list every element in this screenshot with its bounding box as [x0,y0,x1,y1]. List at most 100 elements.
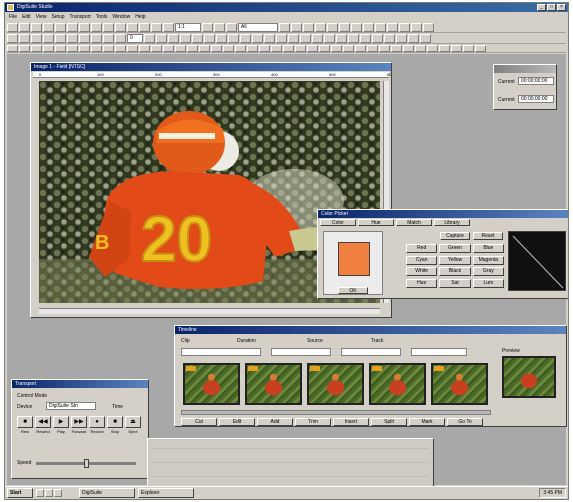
preset-green-button[interactable]: Green [439,244,471,253]
toolbar-icon-button[interactable] [139,44,150,52]
clip-thumbnail[interactable] [307,363,364,405]
toolbar-icon-button[interactable] [214,22,225,32]
toolbar-icon-button[interactable] [360,33,371,43]
menu-tools[interactable]: Tools [96,13,108,21]
toolbar-icon-button[interactable] [127,22,138,32]
maximize-button[interactable]: □ [547,4,556,11]
toolbar-icon-button[interactable] [31,22,42,32]
menu-transport[interactable]: Transport [70,13,91,21]
toolbar-icon-button[interactable] [115,22,126,32]
toolbar-icon-button[interactable] [315,22,326,32]
toolbar-icon-button[interactable] [295,44,306,52]
toolbar-icon-button[interactable] [55,22,66,32]
duration-field[interactable] [271,348,331,356]
toolbar-icon-button[interactable] [175,44,186,52]
transport-stop-button[interactable]: ■ [107,416,123,428]
toolbar-icon-button[interactable] [291,22,302,32]
preset-magenta-button[interactable]: Magenta [472,255,504,265]
menu-help[interactable]: Help [135,13,145,21]
toolbar-icon-button[interactable] [223,44,234,52]
toolbar-icon-button[interactable] [399,22,410,32]
toolbar-icon-button[interactable] [327,22,338,32]
task-digisuite[interactable]: DigiSuite [79,488,135,498]
video-scrollbar-horizontal[interactable] [39,308,380,314]
close-button[interactable]: × [557,4,566,11]
preset-lum-button[interactable]: Lum [472,278,504,288]
timeline-go-to-button[interactable]: Go To [447,418,483,426]
toolbar-icon-button[interactable] [211,44,222,52]
toolbar-icon-button[interactable] [55,33,66,43]
toolbar-icon-button[interactable] [303,22,314,32]
transport-eject-button[interactable]: ⏏ [125,416,141,428]
toolbar-icon-button[interactable] [363,22,374,32]
toolbar-icon-button[interactable] [387,22,398,32]
source-field[interactable] [341,348,401,356]
toolbar-icon-button[interactable] [343,44,354,52]
toolbar-icon-button[interactable] [43,22,54,32]
toolbar-icon-button[interactable] [451,44,462,52]
toolbar-icon-button[interactable] [351,22,362,32]
toolbar-icon-button[interactable] [252,33,263,43]
toolbar-icon-button[interactable] [411,22,422,32]
transport-forward-button[interactable]: ▶▶ [71,416,87,428]
toolbar-icon-button[interactable] [79,44,90,52]
preset-blue-button[interactable]: Blue [472,244,504,253]
preset-gray-button[interactable]: Gray [472,267,504,276]
timeline-scrollbar[interactable] [181,410,491,415]
track-field[interactable] [411,348,467,356]
toolbar-icon-button[interactable] [226,22,237,32]
toolbar-icon-button[interactable] [163,22,174,32]
toolbar-icon-button[interactable] [312,33,323,43]
preset-red-button[interactable]: Red [406,244,438,253]
tab-library[interactable]: Library [434,219,470,226]
toolbar-icon-button[interactable] [300,33,311,43]
frame-field[interactable]: 0 [127,33,143,43]
toolbar-icon-button[interactable] [31,33,42,43]
toolbar-icon-button[interactable] [423,22,434,32]
toolbar-icon-button[interactable] [91,33,102,43]
toolbar-icon-button[interactable] [115,33,126,43]
toolbar-icon-button[interactable] [216,33,227,43]
timeline-mark-button[interactable]: Mark [409,418,445,426]
toolbar-icon-button[interactable] [168,33,179,43]
task-explorer[interactable]: Explorer [138,488,194,498]
toolbar-icon-button[interactable] [19,33,30,43]
toolbar-icon-button[interactable] [67,22,78,32]
transport-rewind-control[interactable]: ◀◀ Rewind [35,416,51,434]
toolbar-icon-button[interactable] [439,44,450,52]
timeline-insert-button[interactable]: Insert [333,418,369,426]
timeline-split-button[interactable]: Split [371,418,407,426]
toolbar-icon-button[interactable] [55,44,66,52]
toolbar-icon-button[interactable] [7,44,18,52]
menu-window[interactable]: Window [112,13,130,21]
toolbar-icon-button[interactable] [271,44,282,52]
toolbar-icon-button[interactable] [7,22,18,32]
zoom-select[interactable]: 1:1 [175,22,201,32]
timeline-edit-button[interactable]: Edit [219,418,255,426]
toolbar-icon-button[interactable] [103,33,114,43]
toolbar-icon-button[interactable] [331,44,342,52]
toolbar-icon-button[interactable] [288,33,299,43]
toolbar-icon-button[interactable] [43,44,54,52]
toolbar-icon-button[interactable] [240,33,251,43]
toolbar-icon-button[interactable] [379,44,390,52]
toolbar-icon-button[interactable] [375,22,386,32]
toolbar-icon-button[interactable] [187,44,198,52]
toolbar-icon-button[interactable] [372,33,383,43]
quick-launch-folder-icon[interactable] [54,489,62,497]
quick-launch-desktop-icon[interactable] [45,489,53,497]
toolbar-icon-button[interactable] [151,22,162,32]
toolbar-icon-button[interactable] [19,44,30,52]
timeline-add-button[interactable]: Add [257,418,293,426]
toolbar-icon-button[interactable] [276,33,287,43]
tab-color[interactable]: Color [320,219,356,226]
speed-slider[interactable] [36,459,136,468]
toolbar-icon-button[interactable] [192,33,203,43]
clip-field[interactable] [181,348,261,356]
timecode-field-1[interactable]: 00:00:00:00 [518,77,554,85]
toolbar-icon-button[interactable] [463,44,474,52]
toolbar-icon-button[interactable] [115,44,126,52]
clip-thumbnail[interactable] [183,363,240,405]
toolbar-icon-button[interactable] [475,44,486,52]
menu-setup[interactable]: Setup [51,13,64,21]
